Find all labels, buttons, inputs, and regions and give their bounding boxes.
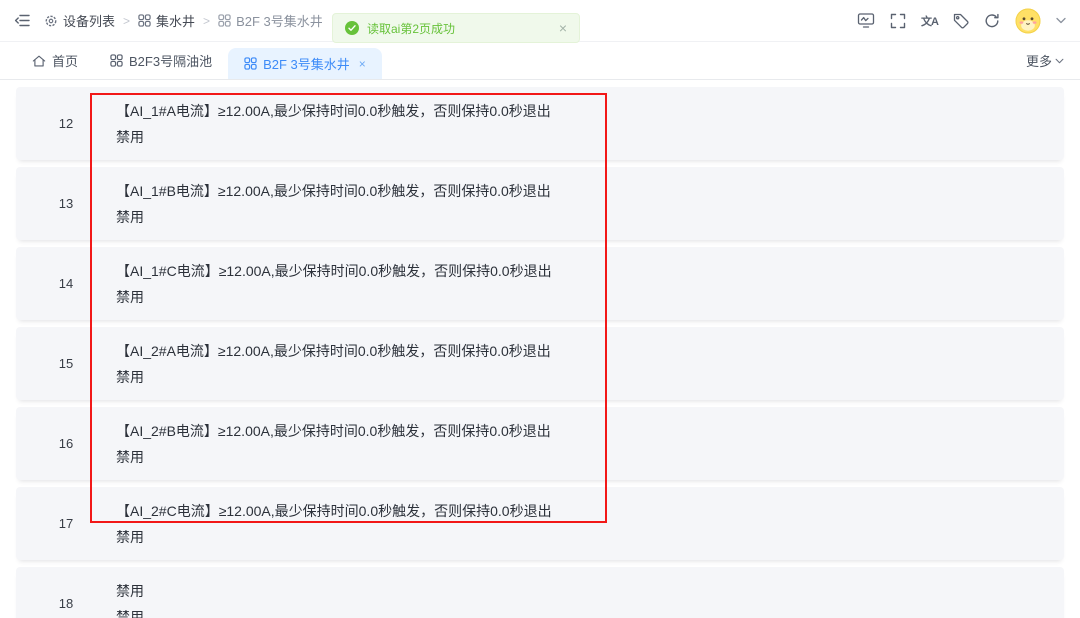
sidebar-fold-icon[interactable] — [14, 13, 30, 28]
app-header: 设备列表 > 集水井 > B2F 3号集水井 — [0, 0, 1080, 42]
tab-label: B2F3号隔油池 — [129, 51, 212, 70]
rule-text: 【AI_1#A电流】≥12.00A,最少保持时间0.0秒触发，否则保持0.0秒退… — [116, 98, 551, 124]
more-dropdown[interactable]: 更多 — [1026, 42, 1064, 79]
tab-close-icon[interactable]: × — [359, 57, 366, 71]
rule-text: 【AI_2#C电流】≥12.00A,最少保持时间0.0秒触发，否则保持0.0秒退… — [116, 498, 552, 524]
rule-status: 禁用 — [116, 364, 551, 390]
rule-text: 【AI_2#B电流】≥12.00A,最少保持时间0.0秒触发，否则保持0.0秒退… — [116, 418, 551, 444]
toast-success: 读取ai第2页成功 × — [332, 13, 580, 43]
row-index: 13 — [16, 196, 116, 211]
tab-b2f3-grease-trap[interactable]: B2F3号隔油池 — [94, 42, 228, 79]
row-index: 15 — [16, 356, 116, 371]
table-row[interactable]: 15 【AI_2#A电流】≥12.00A,最少保持时间0.0秒触发，否则保持0.… — [16, 327, 1064, 400]
rule-text: 【AI_1#B电流】≥12.00A,最少保持时间0.0秒触发，否则保持0.0秒退… — [116, 178, 551, 204]
home-icon — [32, 54, 46, 68]
table-row[interactable]: 13 【AI_1#B电流】≥12.00A,最少保持时间0.0秒触发，否则保持0.… — [16, 167, 1064, 240]
table-row[interactable]: 18 禁用 禁用 — [16, 567, 1064, 618]
more-label: 更多 — [1026, 51, 1052, 70]
tab-home[interactable]: 首页 — [16, 42, 94, 79]
header-actions: 文A — [857, 8, 1066, 34]
rule-status: 禁用 — [116, 284, 552, 310]
translate-icon[interactable]: 文A — [921, 13, 938, 29]
table-row[interactable]: 12 【AI_1#A电流】≥12.00A,最少保持时间0.0秒触发，否则保持0.… — [16, 87, 1064, 160]
breadcrumb-label: 集水井 — [156, 11, 195, 30]
rule-status: 禁用 — [116, 524, 552, 550]
page: 设备列表 > 集水井 > B2F 3号集水井 — [0, 0, 1080, 618]
rule-status: 禁用 — [116, 444, 551, 470]
grid-icon — [218, 14, 231, 27]
table-row[interactable]: 16 【AI_2#B电流】≥12.00A,最少保持时间0.0秒触发，否则保持0.… — [16, 407, 1064, 480]
grid-icon — [244, 57, 257, 70]
row-index: 12 — [16, 116, 116, 131]
monitor-icon[interactable] — [857, 12, 875, 29]
breadcrumb-item-current: B2F 3号集水井 — [218, 11, 323, 30]
rule-text: 【AI_1#C电流】≥12.00A,最少保持时间0.0秒触发，否则保持0.0秒退… — [116, 258, 552, 284]
toast-message: 读取ai第2页成功 — [367, 20, 455, 37]
chevron-down-icon — [1055, 58, 1064, 64]
grid-icon — [138, 14, 151, 27]
gear-icon — [44, 14, 58, 28]
breadcrumb-item-sump[interactable]: 集水井 — [138, 11, 195, 30]
tab-bar: 首页 B2F3号隔油池 B2F 3号集水井 × 更多 — [0, 42, 1080, 80]
rule-text: 禁用 — [116, 578, 144, 604]
breadcrumb-separator: > — [123, 14, 130, 28]
tag-icon[interactable] — [953, 13, 969, 29]
row-index: 17 — [16, 516, 116, 531]
tab-label: B2F 3号集水井 — [263, 54, 350, 73]
grid-icon — [110, 54, 123, 67]
fullscreen-icon[interactable] — [890, 13, 906, 29]
rule-status: 禁用 — [116, 124, 551, 150]
chevron-down-icon[interactable] — [1056, 17, 1066, 24]
rule-text: 【AI_2#A电流】≥12.00A,最少保持时间0.0秒触发，否则保持0.0秒退… — [116, 338, 551, 364]
tab-label: 首页 — [52, 51, 78, 70]
row-index: 16 — [16, 436, 116, 451]
check-circle-icon — [345, 21, 359, 35]
table-row[interactable]: 14 【AI_1#C电流】≥12.00A,最少保持时间0.0秒触发，否则保持0.… — [16, 247, 1064, 320]
breadcrumb-separator: > — [203, 14, 210, 28]
avatar[interactable] — [1015, 8, 1041, 34]
refresh-icon[interactable] — [984, 13, 1000, 29]
breadcrumb-label: 设备列表 — [63, 11, 115, 30]
rule-status: 禁用 — [116, 204, 551, 230]
breadcrumb-item-device-list[interactable]: 设备列表 — [44, 11, 115, 30]
rule-status: 禁用 — [116, 604, 144, 618]
breadcrumb: 设备列表 > 集水井 > B2F 3号集水井 — [44, 11, 323, 30]
row-index: 14 — [16, 276, 116, 291]
tab-b2f3-sump-active[interactable]: B2F 3号集水井 × — [228, 48, 382, 79]
rules-list: 12 【AI_1#A电流】≥12.00A,最少保持时间0.0秒触发，否则保持0.… — [0, 80, 1080, 618]
row-index: 18 — [16, 596, 116, 611]
table-row[interactable]: 17 【AI_2#C电流】≥12.00A,最少保持时间0.0秒触发，否则保持0.… — [16, 487, 1064, 560]
breadcrumb-label: B2F 3号集水井 — [236, 11, 323, 30]
toast-close-icon[interactable]: × — [559, 21, 567, 35]
